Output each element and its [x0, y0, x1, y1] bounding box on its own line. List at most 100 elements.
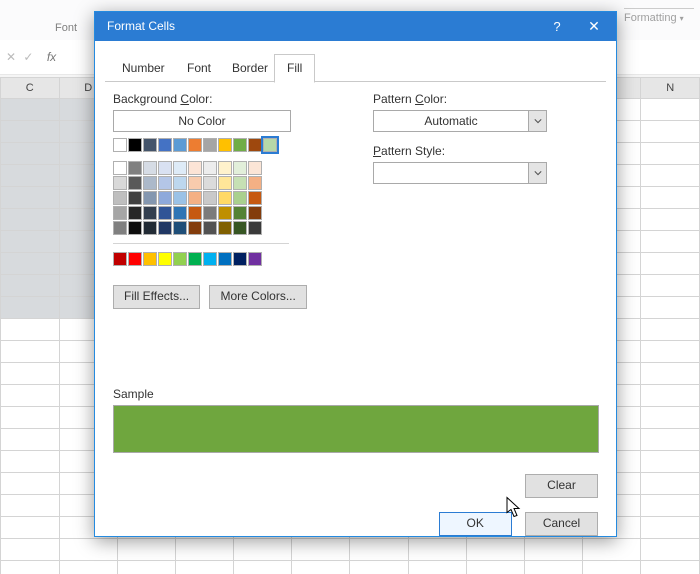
- color-swatch[interactable]: [248, 191, 262, 205]
- color-swatch[interactable]: [218, 252, 232, 266]
- ribbon-group-font: Font: [55, 22, 77, 34]
- color-swatch[interactable]: [233, 221, 247, 235]
- theme-color-palette: [113, 138, 343, 152]
- color-swatch[interactable]: [143, 191, 157, 205]
- color-swatch[interactable]: [128, 252, 142, 266]
- color-swatch[interactable]: [248, 252, 262, 266]
- color-swatch[interactable]: [218, 176, 232, 190]
- color-swatch[interactable]: [143, 138, 157, 152]
- color-swatch[interactable]: [233, 191, 247, 205]
- color-swatch[interactable]: [143, 176, 157, 190]
- color-swatch[interactable]: [248, 221, 262, 235]
- color-swatch[interactable]: [218, 138, 232, 152]
- ribbon-group-formatting: Formatting ▾: [624, 0, 694, 24]
- color-swatch[interactable]: [113, 191, 127, 205]
- color-swatch[interactable]: [248, 176, 262, 190]
- color-swatch[interactable]: [248, 206, 262, 220]
- color-swatch[interactable]: [203, 138, 217, 152]
- ok-button[interactable]: OK: [439, 512, 512, 536]
- color-swatch[interactable]: [113, 221, 127, 235]
- color-swatch[interactable]: [203, 206, 217, 220]
- color-swatch[interactable]: [248, 138, 262, 152]
- format-cells-dialog: Format Cells ? ✕ Number Font Border Fill…: [94, 11, 617, 537]
- color-swatch[interactable]: [143, 161, 157, 175]
- color-swatch[interactable]: [113, 252, 127, 266]
- color-swatch[interactable]: [158, 161, 172, 175]
- pattern-color-label: Pattern Color:: [373, 92, 598, 106]
- color-swatch[interactable]: [233, 161, 247, 175]
- color-swatch[interactable]: [158, 252, 172, 266]
- color-swatch[interactable]: [113, 176, 127, 190]
- color-swatch[interactable]: [203, 191, 217, 205]
- color-swatch[interactable]: [173, 206, 187, 220]
- tab-number[interactable]: Number: [109, 54, 178, 81]
- color-swatch[interactable]: [188, 176, 202, 190]
- color-swatch[interactable]: [158, 221, 172, 235]
- color-swatch[interactable]: [218, 206, 232, 220]
- color-swatch[interactable]: [188, 138, 202, 152]
- color-swatch[interactable]: [113, 138, 127, 152]
- color-swatch[interactable]: [143, 221, 157, 235]
- color-swatch[interactable]: [113, 206, 127, 220]
- color-swatch[interactable]: [188, 191, 202, 205]
- color-swatch[interactable]: [173, 176, 187, 190]
- chevron-down-icon: [528, 163, 546, 183]
- color-swatch[interactable]: [113, 161, 127, 175]
- pattern-style-dropdown[interactable]: [373, 162, 547, 184]
- formula-accept-icon[interactable]: ✓: [23, 50, 33, 64]
- color-swatch[interactable]: [158, 206, 172, 220]
- color-swatch[interactable]: [173, 252, 187, 266]
- chevron-down-icon: [528, 111, 546, 131]
- color-swatch[interactable]: [173, 221, 187, 235]
- color-swatch[interactable]: [143, 206, 157, 220]
- color-swatch[interactable]: [188, 161, 202, 175]
- formula-cancel-icon[interactable]: ✕: [6, 50, 16, 64]
- no-color-button[interactable]: No Color: [113, 110, 291, 132]
- more-colors-button[interactable]: More Colors...: [209, 285, 306, 309]
- color-swatch[interactable]: [128, 206, 142, 220]
- color-swatch[interactable]: [143, 252, 157, 266]
- sample-preview: [113, 405, 599, 453]
- color-swatch[interactable]: [233, 206, 247, 220]
- color-swatch[interactable]: [248, 161, 262, 175]
- sample-label: Sample: [113, 387, 599, 401]
- color-swatch[interactable]: [128, 161, 142, 175]
- tint-color-palette: [113, 161, 343, 235]
- color-swatch[interactable]: [173, 138, 187, 152]
- cancel-button[interactable]: Cancel: [525, 512, 598, 536]
- clear-button[interactable]: Clear: [525, 474, 598, 498]
- color-swatch[interactable]: [128, 176, 142, 190]
- color-swatch[interactable]: [188, 206, 202, 220]
- color-swatch[interactable]: [128, 138, 142, 152]
- pattern-color-dropdown[interactable]: Automatic: [373, 110, 547, 132]
- color-swatch[interactable]: [218, 191, 232, 205]
- color-swatch[interactable]: [158, 191, 172, 205]
- color-swatch[interactable]: [128, 191, 142, 205]
- dialog-title: Format Cells: [107, 19, 175, 33]
- color-swatch[interactable]: [233, 176, 247, 190]
- fx-icon[interactable]: fx: [47, 50, 56, 64]
- color-swatch[interactable]: [263, 138, 277, 152]
- color-swatch[interactable]: [188, 221, 202, 235]
- color-swatch[interactable]: [233, 252, 247, 266]
- color-swatch[interactable]: [218, 161, 232, 175]
- color-swatch[interactable]: [233, 138, 247, 152]
- color-swatch[interactable]: [128, 221, 142, 235]
- color-swatch[interactable]: [203, 161, 217, 175]
- color-swatch[interactable]: [173, 191, 187, 205]
- dialog-close-button[interactable]: ✕: [578, 12, 610, 41]
- background-color-label: Background Color:: [113, 92, 343, 106]
- tab-fill[interactable]: Fill: [274, 54, 315, 83]
- color-swatch[interactable]: [203, 221, 217, 235]
- tab-border[interactable]: Border: [219, 54, 281, 81]
- color-swatch[interactable]: [158, 176, 172, 190]
- color-swatch[interactable]: [188, 252, 202, 266]
- color-swatch[interactable]: [203, 252, 217, 266]
- color-swatch[interactable]: [218, 221, 232, 235]
- fill-effects-button[interactable]: Fill Effects...: [113, 285, 200, 309]
- dialog-help-button[interactable]: ?: [542, 12, 572, 41]
- tab-font[interactable]: Font: [174, 54, 224, 81]
- color-swatch[interactable]: [203, 176, 217, 190]
- color-swatch[interactable]: [173, 161, 187, 175]
- color-swatch[interactable]: [158, 138, 172, 152]
